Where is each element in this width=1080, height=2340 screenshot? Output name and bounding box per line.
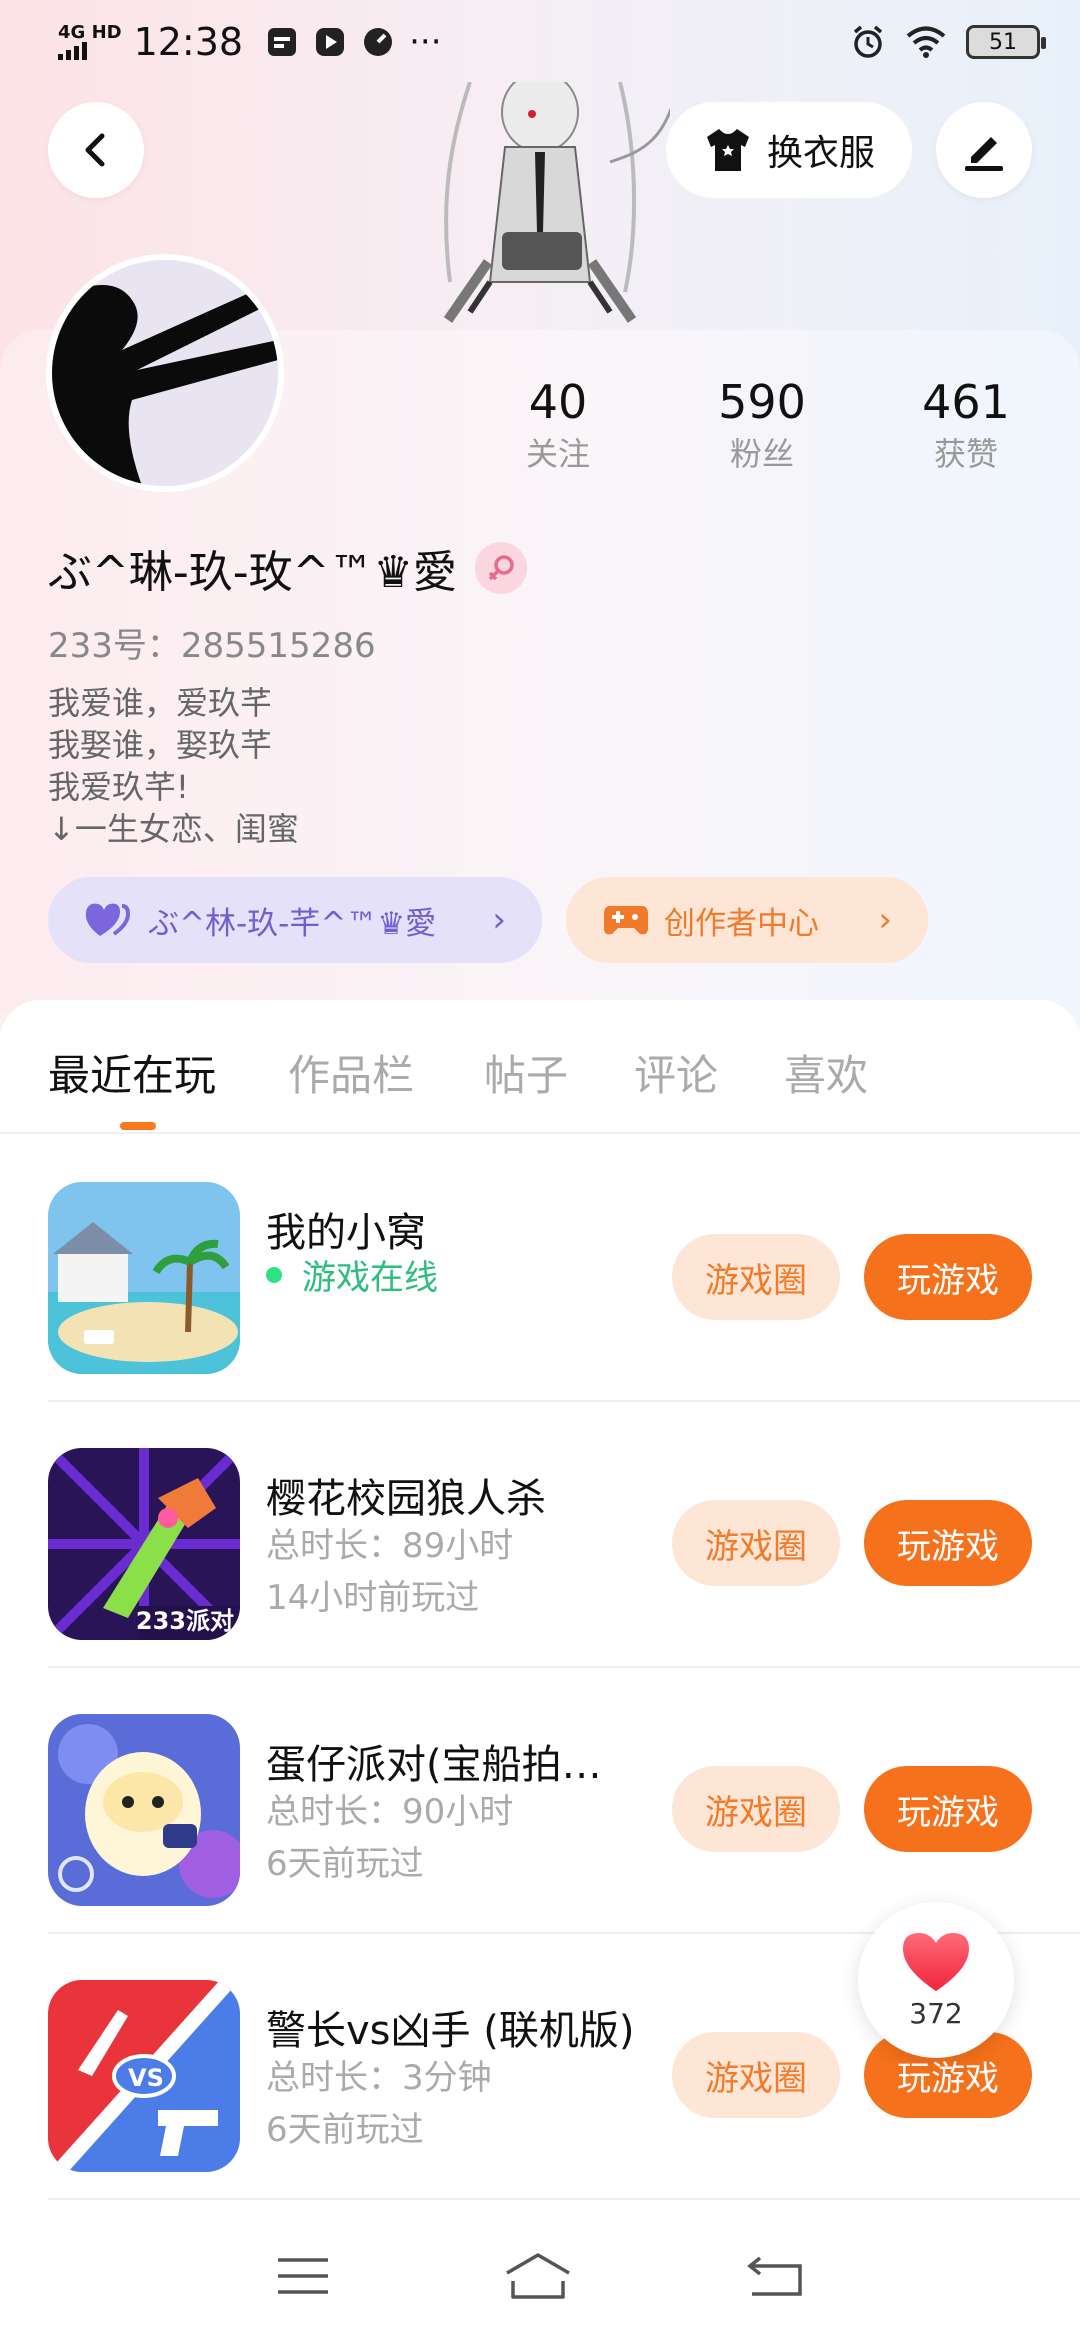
game-playtime: 总时长：89小时	[266, 1526, 514, 1566]
following-label: 关注	[525, 435, 590, 473]
online-label: 游戏在线	[302, 1258, 438, 1298]
game-circle-button[interactable]: 游戏圈	[672, 1766, 840, 1852]
double-heart-icon	[85, 903, 131, 936]
followers-count: 590	[718, 375, 806, 429]
game-circle-button[interactable]: 游戏圈	[672, 1500, 840, 1586]
game-row[interactable]: 我的小窝 游戏在线 游戏圈 玩游戏	[48, 1136, 1080, 1402]
game-circle-button[interactable]: 游戏圈	[672, 2032, 840, 2118]
tab-works[interactable]: 作品栏	[288, 1042, 414, 1103]
creator-center-button[interactable]: 创作者中心 ›	[566, 877, 928, 963]
play-game-button[interactable]: 玩游戏	[864, 1766, 1032, 1852]
game-badge: VS	[128, 2064, 164, 2092]
bio-line: 我爱玖芊!	[48, 768, 189, 806]
chevron-right-icon: ›	[492, 900, 506, 940]
back-nav-icon[interactable]	[746, 2254, 804, 2298]
play-game-button[interactable]: 玩游戏	[864, 1234, 1032, 1320]
tab-comments[interactable]: 评论	[634, 1042, 718, 1103]
online-dot-icon	[266, 1266, 282, 1283]
game-icon-eggy-party	[48, 1714, 240, 1906]
tab-posts[interactable]: 帖子	[484, 1042, 568, 1103]
game-row[interactable]: 蛋仔派对(宝船拍… 总时长：90小时 6天前玩过 游戏圈 玩游戏	[48, 1668, 1080, 1934]
speed-app-icon	[364, 28, 393, 56]
following-count: 40	[528, 375, 588, 429]
user-id: 233号：285515286	[48, 626, 376, 666]
signal-icon	[58, 42, 87, 60]
nickname-row: ぶ^琳-玖-玫^™♛愛	[48, 536, 527, 600]
game-last-played: 14小时前玩过	[266, 1578, 480, 1618]
play-game-button[interactable]: 玩游戏	[864, 1500, 1032, 1586]
more-notifications-icon: ···	[409, 22, 442, 62]
active-tab-indicator	[120, 1122, 156, 1130]
back-button[interactable]	[48, 102, 144, 198]
battery-icon: 51	[966, 25, 1046, 59]
wifi-icon	[906, 26, 946, 58]
video-app-icon	[316, 28, 345, 56]
tab-likes[interactable]: 喜欢	[784, 1042, 868, 1103]
bio-line: ↓一生女恋、闺蜜	[48, 810, 299, 848]
edit-profile-button[interactable]	[936, 102, 1032, 198]
like-float-button[interactable]: 372	[858, 1902, 1014, 2058]
network-type: 4G HD	[58, 22, 122, 43]
gamepad-icon	[604, 906, 648, 935]
bio-line: 我娶谁，娶玖芊	[48, 726, 273, 764]
game-icon-sheriff-vs-killer: VS	[48, 1980, 240, 2172]
clock: 12:38	[133, 20, 244, 64]
game-badge: 233派对	[135, 1607, 234, 1635]
sim-card-icon	[268, 28, 297, 56]
home-icon[interactable]	[503, 2251, 573, 2301]
avatar-image	[52, 260, 278, 486]
bio: 我爱谁，爱玖芊 我娶谁，娶玖芊 我爱玖芊! ↓一生女恋、闺蜜	[48, 682, 299, 850]
battery-level: 51	[989, 29, 1017, 55]
change-outfit-button[interactable]: 换衣服	[666, 102, 912, 198]
back-arrow-icon	[85, 133, 105, 167]
relationship-tag-label: ぶ^林-玖-芊^™♛愛	[148, 905, 437, 942]
stat-following[interactable]: 40 关注	[478, 372, 638, 476]
character-figure	[410, 82, 670, 334]
system-nav-bar	[0, 2212, 1080, 2340]
likes-count: 461	[922, 375, 1010, 429]
game-last-played: 6天前玩过	[266, 1844, 424, 1884]
game-icon-my-nest	[48, 1182, 240, 1374]
game-playtime: 总时长：90小时	[266, 1792, 514, 1832]
game-title: 警长vs凶手 (联机版)	[266, 2008, 635, 2054]
network-indicator: 4G HD	[58, 24, 122, 60]
status-bar: 4G HD 12:38 ··· 51	[0, 0, 1080, 84]
game-last-played: 6天前玩过	[266, 2110, 424, 2150]
bio-line: 我爱谁，爱玖芊	[48, 684, 273, 722]
game-title: 蛋仔派对(宝船拍…	[266, 1742, 602, 1788]
game-circle-button[interactable]: 游戏圈	[672, 1234, 840, 1320]
stat-likes[interactable]: 461 获赞	[886, 372, 1046, 476]
game-icon-sakura-werewolf: 233派对	[48, 1448, 240, 1640]
game-title: 樱花校园狼人杀	[266, 1476, 546, 1522]
pencil-icon	[965, 137, 1003, 171]
game-row[interactable]: 233派对 樱花校园狼人杀 总时长：89小时 14小时前玩过 游戏圈 玩游戏	[48, 1402, 1080, 1668]
tab-recent-play[interactable]: 最近在玩	[48, 1042, 216, 1103]
chevron-right-icon: ›	[878, 900, 892, 940]
shirt-icon	[706, 129, 749, 171]
avatar[interactable]	[46, 254, 284, 492]
heart-icon	[903, 1932, 969, 1991]
creator-center-label: 创作者中心	[664, 905, 819, 942]
female-gender-icon	[474, 542, 527, 594]
game-online-status: 游戏在线	[266, 1250, 438, 1299]
tab-bar: 最近在玩 作品栏 帖子 评论 喜欢	[0, 1000, 1080, 1134]
likes-label: 获赞	[933, 435, 998, 473]
menu-icon[interactable]	[276, 2256, 330, 2296]
alarm-icon	[853, 25, 883, 58]
relationship-tag-button[interactable]: ぶ^林-玖-芊^™♛愛 ›	[48, 877, 542, 963]
like-count: 372	[909, 1996, 963, 2030]
followers-label: 粉丝	[729, 435, 794, 473]
game-playtime: 总时长：3分钟	[266, 2058, 492, 2098]
change-outfit-label: 换衣服	[766, 133, 875, 174]
stat-followers[interactable]: 590 粉丝	[682, 372, 842, 476]
nickname: ぶ^琳-玖-玫^™♛愛	[48, 547, 457, 598]
